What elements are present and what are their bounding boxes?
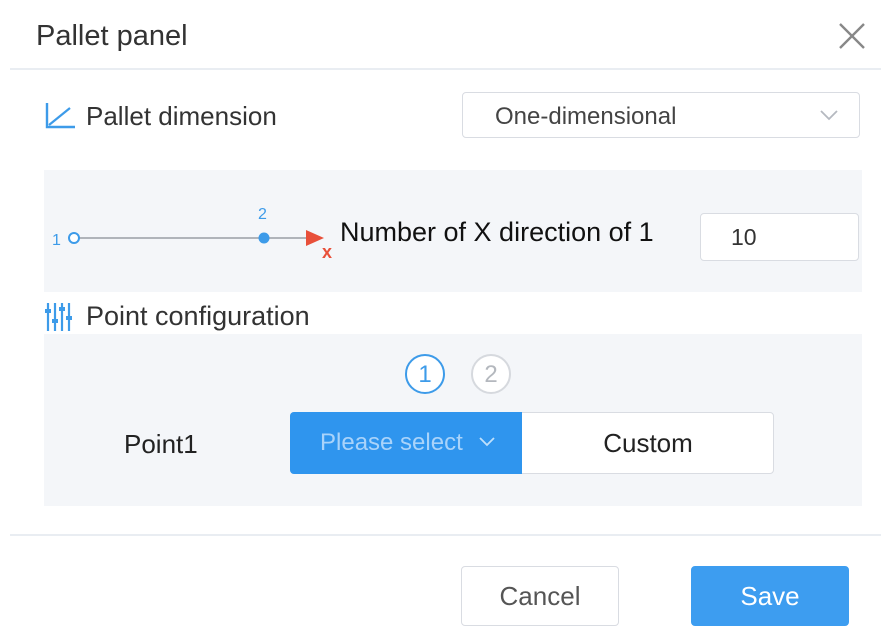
- diagram-point-1-label: 1: [52, 232, 61, 249]
- pallet-panel-dialog: Pallet panel Pallet dimension One-dimens…: [0, 0, 881, 626]
- cancel-button[interactable]: Cancel: [461, 566, 619, 626]
- chevron-down-icon: [479, 437, 495, 447]
- step-2[interactable]: 2: [471, 354, 511, 394]
- diagram-point-1-marker: [68, 232, 80, 244]
- diagram-axis-label: x: [322, 242, 332, 262]
- point-select-dropdown[interactable]: Please select: [290, 412, 522, 474]
- close-icon[interactable]: [837, 21, 867, 51]
- diagram-point-2-marker: [258, 232, 270, 244]
- diagram-point-2-label: 2: [258, 206, 267, 223]
- point-configuration-label: Point configuration: [86, 301, 310, 331]
- x-direction-diagram: 1 2 x: [52, 206, 332, 262]
- pallet-dimension-select[interactable]: One-dimensional: [462, 92, 860, 138]
- custom-point-button[interactable]: Custom: [523, 413, 773, 473]
- dialog-title: Pallet panel: [36, 20, 188, 52]
- chevron-down-icon: [820, 110, 838, 121]
- dialog-header: Pallet panel: [10, 0, 881, 70]
- sliders-icon: [45, 303, 72, 331]
- point-configuration-panel: 1 2 Point1 Please select Custom: [44, 334, 862, 506]
- dimension-axis-icon: [45, 103, 75, 129]
- pallet-dimension-row: Pallet dimension One-dimensional: [44, 90, 862, 140]
- point-select-placeholder: Please select: [320, 429, 463, 456]
- save-button[interactable]: Save: [691, 566, 849, 626]
- x-direction-count-input[interactable]: [700, 213, 859, 261]
- step-1[interactable]: 1: [405, 354, 445, 394]
- point-label: Point1: [124, 429, 198, 459]
- pallet-dimension-value: One-dimensional: [495, 103, 677, 130]
- custom-point-label: Custom: [603, 428, 693, 458]
- pallet-dimension-label: Pallet dimension: [86, 101, 277, 131]
- footer-divider: [10, 534, 881, 536]
- point-source-selector: Please select Custom: [290, 412, 774, 474]
- x-direction-count-label: Number of X direction of 1: [340, 217, 654, 247]
- x-direction-panel: 1 2 x Number of X direction of 1: [44, 170, 862, 292]
